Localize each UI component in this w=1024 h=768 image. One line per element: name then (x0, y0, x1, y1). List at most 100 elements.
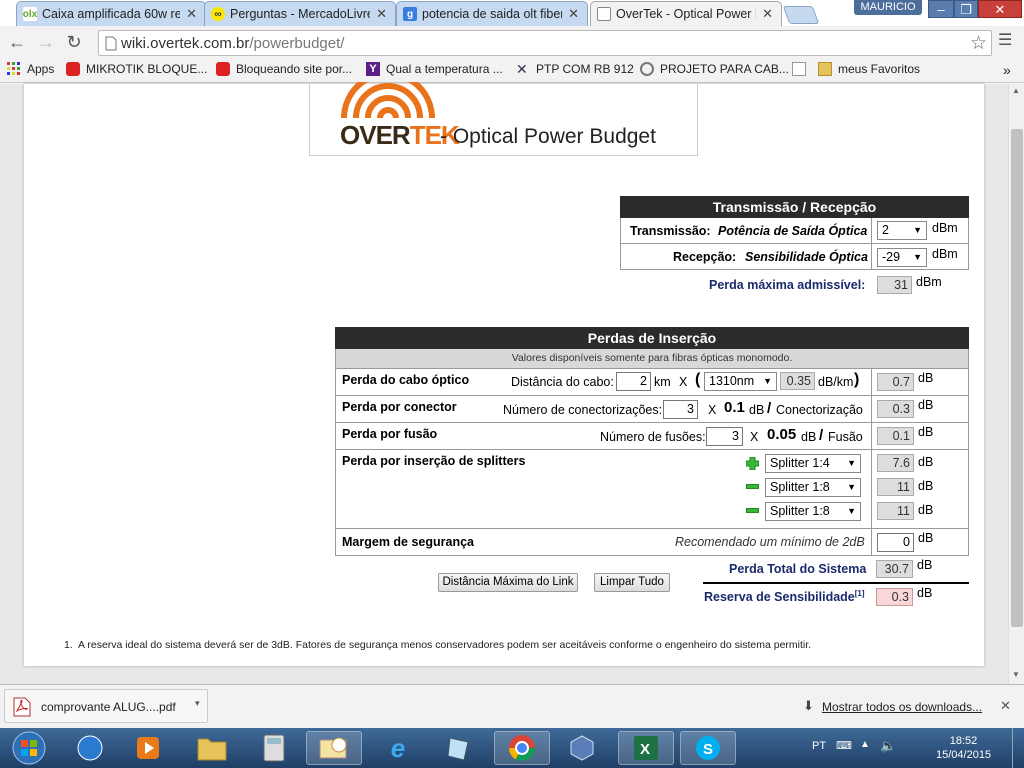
attenuation-unit: dB/km (818, 375, 854, 389)
wavelength-select[interactable]: 1310nm ▼ (704, 372, 777, 391)
windows-logo-icon (12, 731, 46, 765)
star-icon[interactable]: ☆ (970, 32, 987, 55)
scrollbar-thumb[interactable] (1011, 129, 1023, 627)
menu-icon[interactable]: ☰ (998, 30, 1012, 50)
bookmark-mikrotik[interactable]: MIKROTIK BLOQUE... (66, 62, 207, 76)
multiply-label: X (750, 430, 759, 444)
splitter-select-2[interactable]: Splitter 1:8 ▼ (765, 478, 861, 497)
virtualbox-icon (570, 735, 594, 761)
scroll-down-icon[interactable]: ▼ (1012, 670, 1020, 679)
tx-desc: Potência de Saída Óptica (718, 224, 868, 238)
taskbar-calculator[interactable] (248, 731, 300, 765)
splitter-select-1[interactable]: Splitter 1:4 ▼ (765, 454, 861, 473)
page-icon (792, 62, 806, 76)
splitter-select-3[interactable]: Splitter 1:8 ▼ (765, 502, 861, 521)
close-window-button[interactable]: ✕ (978, 0, 1022, 18)
margin-row: Margem de segurança Recomendado um mínim… (335, 529, 969, 556)
app-icon (77, 735, 103, 761)
rx-label: Recepção: (673, 250, 737, 264)
fusion-count-input[interactable]: 3 (706, 427, 743, 446)
forward-icon[interactable]: → (36, 32, 56, 52)
maximize-button[interactable]: ❐ (954, 0, 978, 18)
address-bar[interactable]: wiki.overtek.com.br/powerbudget/ ☆ (98, 30, 992, 56)
bookmark-ptp[interactable]: ✕ PTP COM RB 912 (516, 62, 634, 76)
tx-power-select[interactable]: 2 ▼ (877, 221, 927, 240)
close-icon[interactable]: ✕ (186, 6, 197, 22)
taskbar-ie[interactable]: e (372, 731, 424, 765)
total-loss-value: 30.7 (876, 560, 913, 578)
bookmark-folder-favoritos[interactable]: meus Favoritos (818, 62, 920, 76)
minimize-button[interactable]: – (928, 0, 954, 18)
tab-olx[interactable]: olx Caixa amplificada 60w reti ✕ (16, 1, 206, 26)
keyboard-icon[interactable]: ⌨ (836, 739, 852, 752)
volume-muted-icon[interactable]: 🔈 (880, 738, 896, 754)
page-content: OVERTEK - Optical Power Budget Transmiss… (24, 82, 984, 666)
globe-icon (640, 62, 654, 76)
margin-input[interactable]: 0 (877, 533, 914, 552)
download-bar: comprovante ALUG....pdf ▾ ⬇ Mostrar todo… (0, 684, 1024, 728)
chevron-down-icon: ▼ (913, 252, 922, 262)
url-host: wiki.overtek.com.br (121, 35, 250, 52)
scroll-up-icon[interactable]: ▲ (1012, 86, 1020, 95)
chevron-down-icon: ▼ (913, 225, 922, 235)
taskbar-explorer[interactable] (186, 731, 238, 765)
db-unit: dB (918, 398, 934, 412)
more-bookmarks-icon[interactable]: » (1003, 62, 1011, 78)
max-link-distance-button[interactable]: Distância Máxima do Link (438, 573, 578, 592)
taskbar-app-1[interactable] (64, 731, 116, 765)
bookmark-projeto[interactable]: PROJETO PARA CAB... (640, 62, 789, 76)
taskbar-virtualbox[interactable] (556, 731, 608, 765)
remove-splitter-icon[interactable] (746, 484, 759, 489)
taskbar-skype[interactable]: S (680, 731, 736, 765)
bookmark-bloqueando[interactable]: Bloqueando site por... (216, 62, 352, 76)
back-icon[interactable]: ← (7, 32, 27, 52)
clear-all-button[interactable]: Limpar Tudo (594, 573, 670, 592)
url-text[interactable]: wiki.overtek.com.br/powerbudget/ (121, 35, 344, 52)
rx-sensitivity-select[interactable]: -29 ▼ (877, 248, 927, 267)
close-icon[interactable]: ✕ (762, 6, 773, 22)
folder-icon (818, 62, 832, 76)
close-icon[interactable]: ✕ (376, 6, 387, 22)
cable-distance-input[interactable]: 2 (616, 372, 651, 391)
download-arrow-icon: ⬇ (803, 698, 814, 713)
connector-count-input[interactable]: 3 (663, 400, 698, 419)
remove-splitter-icon[interactable] (746, 508, 759, 513)
attenuation-value: 0.35 (780, 372, 815, 390)
tray-expand-icon[interactable]: ▲ (860, 739, 870, 750)
margin-label: Margem de segurança (342, 535, 474, 549)
footnote-ref[interactable]: [1] (855, 589, 865, 598)
multiply-label: X (708, 403, 717, 417)
db-unit: dB (917, 586, 933, 600)
tab-google[interactable]: g potencia de saida olt fiber ✕ (396, 1, 588, 26)
taskbar-media-player[interactable] (122, 731, 174, 765)
bookmark-apps[interactable]: Apps (7, 62, 54, 76)
new-tab-button[interactable] (782, 6, 820, 24)
taskbar-app-notes[interactable] (432, 731, 484, 765)
start-button[interactable] (2, 731, 56, 765)
bookmark-temperatura[interactable]: Y Qual a temperatura ... (366, 62, 503, 76)
db-unit: dB (917, 558, 933, 572)
tab-title: Caixa amplificada 60w reti (42, 7, 181, 21)
close-icon[interactable]: ✕ (1000, 698, 1011, 714)
show-all-downloads-link[interactable]: Mostrar todos os downloads... (822, 700, 982, 714)
slash: / (819, 427, 824, 444)
close-icon[interactable]: ✕ (568, 6, 579, 22)
profile-button[interactable]: MAURICIO (854, 0, 922, 15)
chevron-down-icon[interactable]: ▾ (195, 698, 200, 709)
show-desktop-button[interactable] (1012, 728, 1024, 768)
splitter-loss-result: 11 (877, 478, 914, 496)
splitter-value: Splitter 1:4 (770, 456, 830, 470)
bookmark-blank[interactable] (792, 62, 812, 76)
taskbar-chrome[interactable] (494, 731, 550, 765)
bookmark-label: Apps (27, 62, 55, 76)
clock[interactable]: 18:52 15/04/2015 (936, 734, 991, 762)
language-indicator[interactable]: PT (812, 740, 826, 752)
taskbar-excel[interactable]: X (618, 731, 674, 765)
scrollbar[interactable]: ▲ ▼ (1008, 84, 1024, 684)
tab-mercadolivre[interactable]: ∞ Perguntas - MercadoLivre ✕ (204, 1, 396, 26)
reload-icon[interactable]: ↻ (64, 32, 84, 52)
download-item[interactable]: comprovante ALUG....pdf ▾ (4, 689, 208, 723)
tab-overtek[interactable]: OverTek - Optical Power E ✕ (590, 1, 782, 26)
taskbar-outlook[interactable] (306, 731, 362, 765)
add-splitter-icon[interactable] (746, 457, 759, 470)
